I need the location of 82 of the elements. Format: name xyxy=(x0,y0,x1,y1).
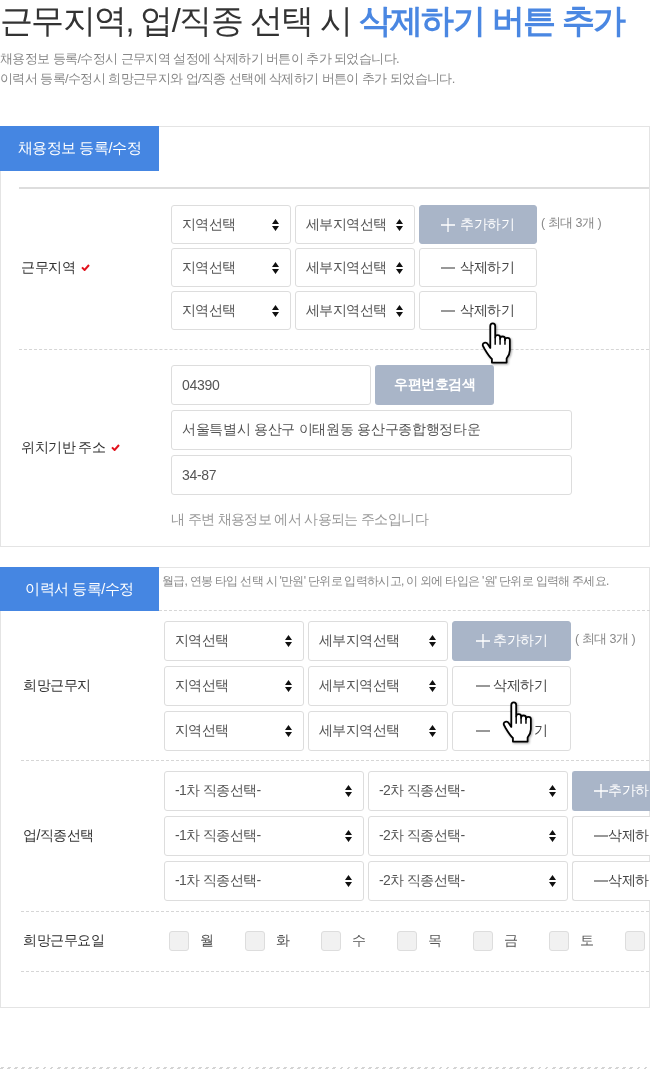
dropdown[interactable]: -2차 직종선택- xyxy=(368,861,568,901)
select-arrows-icon xyxy=(272,304,279,317)
page-title: 근무지역, 업/직종 선택 시 삭제하기 버튼 추가 xyxy=(0,2,627,41)
dropdown[interactable]: -1차 직종선택- xyxy=(164,816,364,856)
select-arrows-icon xyxy=(272,261,279,274)
minus-icon xyxy=(476,730,490,732)
select-arrows-icon xyxy=(285,635,292,647)
dropdown[interactable]: 지역선택 xyxy=(171,205,291,244)
hint-text: 내 주변 채용정보 에서 사용되는 주소입니다 xyxy=(171,511,430,529)
dropdown[interactable]: 세부지역선택 xyxy=(295,248,415,287)
dropdown[interactable]: 세부지역선택 xyxy=(295,205,415,244)
notice-text: 월급, 연봉 타입 선택 시 '만원' 단위로 입력하시고, 이 외에 타입은 '원' 단위로 입력해 주세요. xyxy=(162,574,609,588)
max-count-note: ( 최대 3개 ) xyxy=(541,215,602,232)
hand-cursor-icon xyxy=(481,322,511,364)
dropdown[interactable]: 세부지역선택 xyxy=(308,666,448,706)
select-arrows-icon xyxy=(396,218,403,231)
max-count-note: ( 최대 3개 ) xyxy=(575,631,636,648)
checkbox[interactable] xyxy=(245,931,265,951)
description-text: 채용정보 등록/수정시 근무지역 설정에 삭제하기 버튼이 추가 되었습니다. xyxy=(0,50,401,68)
delete-button[interactable]: 삭제하기 xyxy=(419,248,537,287)
day-label: 금 xyxy=(504,932,518,950)
select-arrows-icon xyxy=(429,725,436,737)
select-arrows-icon xyxy=(345,785,352,797)
select-arrows-icon xyxy=(345,830,352,842)
select-arrows-icon xyxy=(429,635,436,647)
dropdown[interactable]: -2차 직종선택- xyxy=(368,771,568,811)
field-label: 위치기반 주소 xyxy=(21,438,106,457)
field-label: 업/직종선택 xyxy=(23,827,94,845)
day-label: 월 xyxy=(200,932,214,950)
select-arrows-icon xyxy=(549,785,556,797)
section-heading: 이력서 등록/수정 xyxy=(0,567,159,611)
dropdown[interactable]: -1차 직종선택- xyxy=(164,861,364,901)
field-label: 근무지역 xyxy=(21,258,75,277)
day-label: 수 xyxy=(352,932,366,950)
dropdown[interactable]: 지역선택 xyxy=(164,666,304,706)
field-label: 희망근무지 xyxy=(23,677,91,695)
checkbox[interactable] xyxy=(169,931,189,951)
delete-button[interactable]: 삭제하기 xyxy=(419,291,537,330)
address-field[interactable]: 서울특별시 용산구 이태원동 용산구종합행정타운 xyxy=(171,410,572,450)
plus-icon xyxy=(441,217,455,232)
dropdown[interactable]: 지역선택 xyxy=(171,291,291,330)
select-arrows-icon xyxy=(429,680,436,692)
select-arrows-icon xyxy=(549,875,556,887)
hand-cursor-icon xyxy=(502,701,532,743)
select-arrows-icon xyxy=(396,261,403,274)
minus-icon xyxy=(594,880,608,882)
minus-icon xyxy=(476,685,490,687)
select-arrows-icon xyxy=(285,725,292,737)
checkbox[interactable] xyxy=(625,931,645,951)
checkbox[interactable] xyxy=(321,931,341,951)
select-arrows-icon xyxy=(272,218,279,231)
section-heading: 채용정보 등록/수정 xyxy=(0,126,159,171)
plus-icon xyxy=(476,634,490,648)
delete-button[interactable]: 삭제하기 xyxy=(452,666,571,706)
minus-icon xyxy=(441,309,455,312)
day-label: 토 xyxy=(580,932,594,950)
minus-icon xyxy=(441,266,455,269)
delete-button[interactable]: 삭제하 xyxy=(572,816,650,856)
dropdown[interactable]: 지역선택 xyxy=(171,248,291,287)
dropdown[interactable]: -1차 직종선택- xyxy=(164,771,364,811)
select-arrows-icon xyxy=(285,680,292,692)
select-arrows-icon xyxy=(396,304,403,317)
select-arrows-icon xyxy=(549,830,556,842)
field-label: 희망근무요일 xyxy=(23,932,104,950)
checkbox[interactable] xyxy=(549,931,569,951)
plus-icon xyxy=(594,784,608,798)
description-text: 이력서 등록/수정시 희망근무지와 업/직종 선택에 삭제하기 버튼이 추가 되었습니다. xyxy=(0,70,456,88)
dropdown[interactable]: 세부지역선택 xyxy=(308,621,448,661)
select-arrows-icon xyxy=(345,875,352,887)
dropdown[interactable]: 지역선택 xyxy=(164,711,304,751)
day-label: 화 xyxy=(276,932,290,950)
dropdown[interactable]: 세부지역선택 xyxy=(308,711,448,751)
checkbox[interactable] xyxy=(473,931,493,951)
dropdown[interactable]: 세부지역선택 xyxy=(295,291,415,330)
postal-code-field[interactable]: 04390 xyxy=(171,365,371,405)
dropdown[interactable]: 지역선택 xyxy=(164,621,304,661)
minus-icon xyxy=(594,835,608,837)
day-label: 목 xyxy=(428,932,442,950)
address-detail-field[interactable]: 34-87 xyxy=(171,455,572,495)
delete-button[interactable]: 삭제하 xyxy=(572,861,650,901)
dropdown[interactable]: -2차 직종선택- xyxy=(368,816,568,856)
checkbox[interactable] xyxy=(397,931,417,951)
